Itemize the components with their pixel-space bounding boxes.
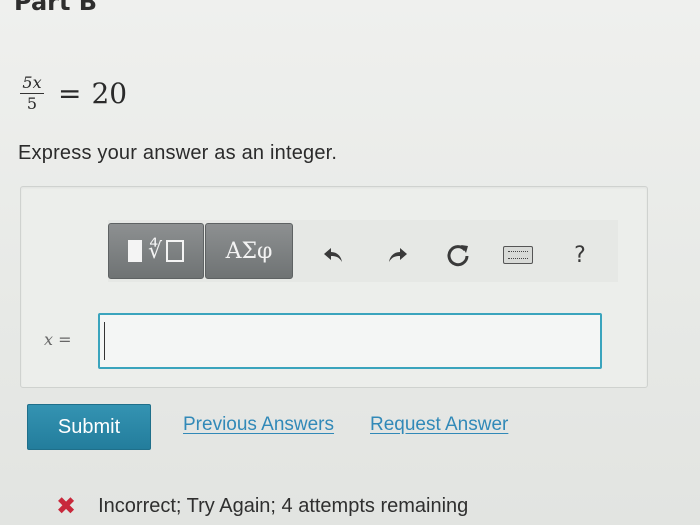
keyboard-glyph	[503, 246, 533, 264]
fraction: 5x 5	[20, 72, 44, 113]
feedback-text: Incorrect; Try Again; 4 attempts remaini…	[98, 494, 469, 517]
keyboard-icon[interactable]	[503, 240, 533, 270]
answer-variable-label: x =	[44, 330, 72, 349]
previous-answers-link[interactable]: Previous Answers	[183, 414, 334, 436]
problem-page: Part B 5x 5 = 20 Express your answer as …	[0, 0, 700, 525]
answer-input[interactable]	[98, 313, 602, 369]
variable-name: x	[44, 330, 54, 349]
template-box-icon	[166, 240, 185, 262]
fraction-denominator: 5	[26, 93, 38, 113]
part-title: Part B	[14, 0, 98, 16]
root-icon: ∜	[147, 238, 163, 264]
help-button[interactable]: ?	[565, 240, 595, 270]
incorrect-icon: ✖	[56, 492, 77, 520]
submit-button[interactable]: Submit	[27, 404, 151, 450]
request-answer-link[interactable]: Request Answer	[370, 414, 508, 436]
reset-icon[interactable]	[443, 240, 473, 270]
equation: 5x 5 = 20	[20, 66, 127, 120]
equals-sign: =	[58, 76, 82, 110]
template-square-icon	[127, 240, 142, 262]
equation-rhs: 20	[91, 76, 128, 110]
greek-symbols-button[interactable]: ΑΣφ	[205, 223, 293, 279]
feedback-message: ✖ Incorrect; Try Again; 4 attempts remai…	[56, 492, 468, 520]
variable-equals: =	[58, 330, 72, 349]
templates-button[interactable]: ∜	[108, 223, 204, 279]
fraction-numerator: 5x	[22, 72, 42, 92]
undo-icon[interactable]	[318, 240, 348, 270]
instruction-text: Express your answer as an integer.	[18, 142, 338, 164]
redo-icon[interactable]	[383, 240, 413, 270]
text-caret	[104, 322, 105, 360]
